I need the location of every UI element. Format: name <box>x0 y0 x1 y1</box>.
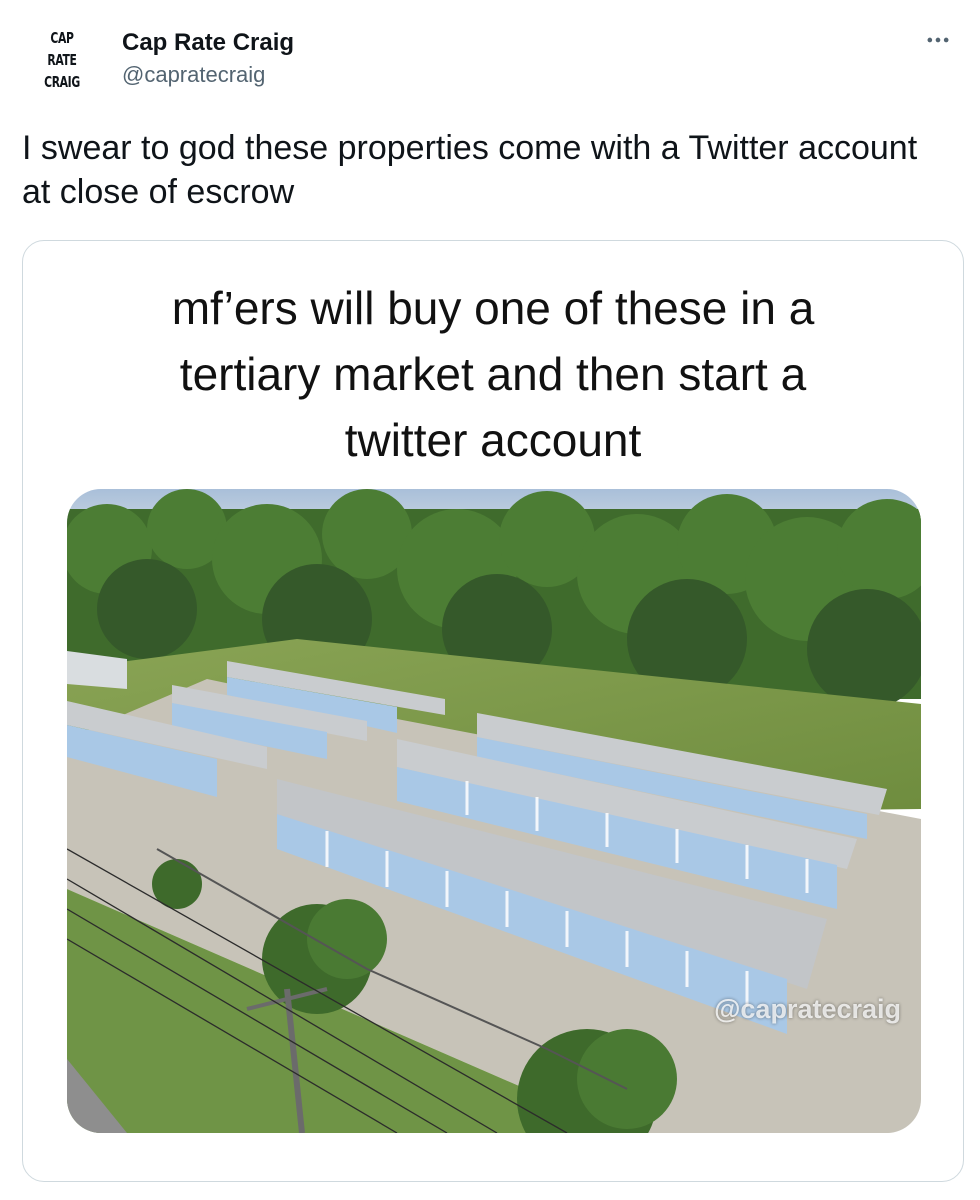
caption-line: twitter account <box>344 414 642 466</box>
avatar-text-line: CRAIG <box>44 73 80 91</box>
tweet-text: I swear to god these properties come wit… <box>22 129 918 211</box>
media-card[interactable]: mf’ers will buy one of these in a tertia… <box>22 240 964 1182</box>
caption-line: mf’ers will buy one of these in a <box>171 282 815 334</box>
avatar-text-line: RATE <box>47 51 77 69</box>
aerial-photo-illustration <box>67 489 921 1133</box>
caption-line: tertiary market and then start a <box>179 348 807 400</box>
display-name[interactable]: Cap Rate Craig <box>122 28 294 58</box>
avatar-text-line: CAP <box>50 29 74 47</box>
avatar[interactable]: CAP RATE CRAIG <box>31 18 93 102</box>
ellipsis-icon <box>927 37 949 43</box>
watermark: @capratecraig <box>714 994 901 1024</box>
tweet-header: CAP RATE CRAIG Cap Rate Craig @capratecr… <box>20 18 960 108</box>
author-names: Cap Rate Craig @capratecraig <box>122 28 294 90</box>
meme-caption: mf’ers will buy one of these in a tertia… <box>23 275 963 473</box>
storage-facility-photo[interactable]: @capratecraig <box>67 489 921 1133</box>
handle[interactable]: @capratecraig <box>122 60 294 90</box>
more-options-button[interactable] <box>918 20 958 60</box>
